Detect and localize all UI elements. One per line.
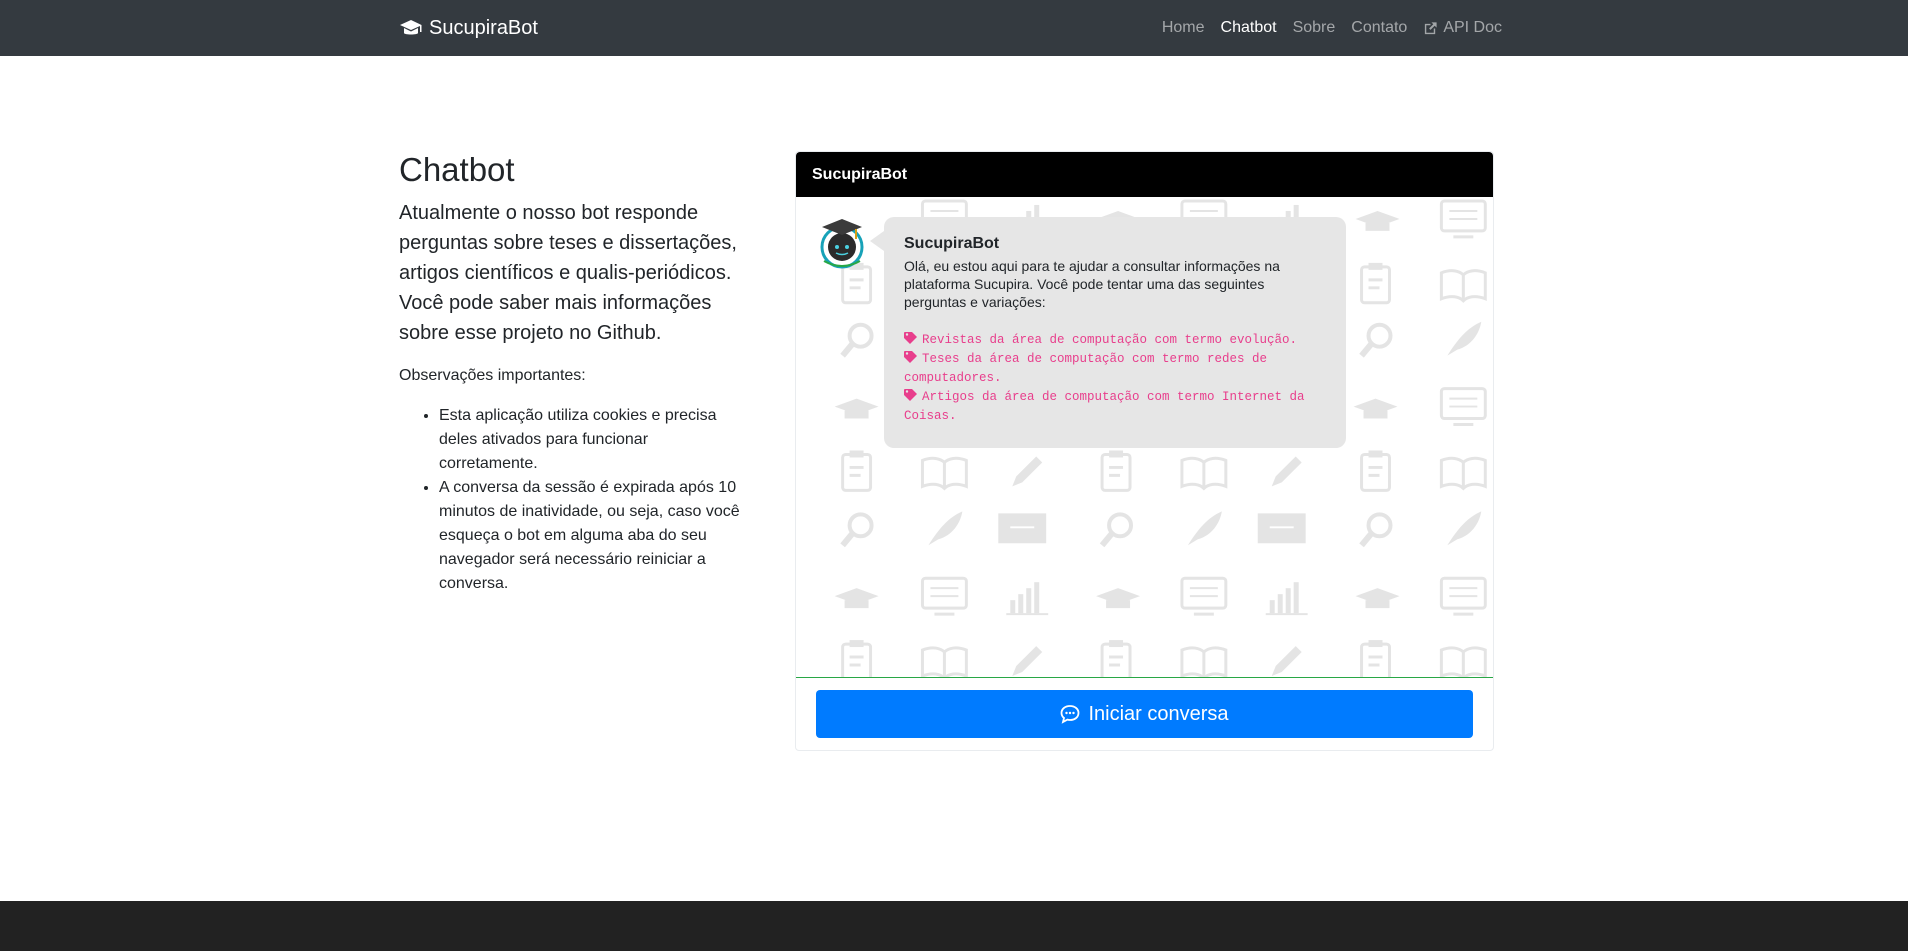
notes-list: Esta aplicação utiliza cookies e precisa… (399, 404, 744, 596)
start-conversation-label: Iniciar conversa (1088, 702, 1229, 725)
page-title: Chatbot (399, 151, 515, 188)
nav-item-label: API Doc (1443, 19, 1502, 36)
message-text: Olá, eu estou aqui para te ajudar a cons… (904, 258, 1280, 310)
chat-messages[interactable]: SucupiraBot Olá, eu estou aqui para te a… (796, 197, 1493, 678)
navbar: SucupiraBot Home Chatbot Sobre Contato A… (0, 0, 1908, 56)
lead-text: Atualmente o nosso bot responde pergunta… (399, 201, 737, 344)
suggestion-item[interactable]: Artigos da área de computação com termo … (904, 388, 1326, 426)
notes-title: Observações importantes: (399, 366, 586, 384)
note-item: A conversa da sessão é expirada após 10 … (439, 476, 744, 596)
tag-icon (904, 351, 917, 363)
nav-item-label: Chatbot (1220, 19, 1277, 36)
intro-section: Chatbot Atualmente o nosso bot responde … (399, 150, 744, 596)
nav-item-sobre[interactable]: Sobre (1293, 19, 1336, 37)
bot-avatar-icon (820, 219, 864, 269)
nav-item-chatbot[interactable]: Chatbot (1221, 19, 1277, 37)
bot-message: SucupiraBot Olá, eu estou aqui para te a… (870, 217, 1346, 448)
suggestion-text: Revistas da área de computação com termo… (922, 333, 1298, 347)
message-sender: SucupiraBot (904, 235, 1000, 252)
nav-item-label: Contato (1351, 19, 1408, 36)
tag-icon (904, 332, 917, 344)
tag-icon (904, 389, 917, 401)
start-conversation-button[interactable]: Iniciar conversa (816, 690, 1473, 738)
nav-item-label: Home (1161, 19, 1205, 36)
comment-icon (1061, 705, 1080, 724)
chat-card: SucupiraBot SucupiraBot Olá, eu estou aq… (795, 151, 1494, 751)
nav-item-api-doc[interactable]: API Doc (1423, 19, 1502, 37)
nav-menu: Home Chatbot Sobre Contato API Doc (1162, 0, 1502, 56)
note-item: Esta aplicação utiliza cookies e precisa… (439, 404, 744, 476)
suggestion-text: Teses da área de computação com termo re… (904, 352, 1268, 385)
graduation-cap-icon (400, 20, 422, 35)
chat-footer: Iniciar conversa (796, 678, 1493, 750)
brand-link[interactable]: SucupiraBot (399, 0, 538, 56)
nav-item-home[interactable]: Home (1162, 19, 1205, 37)
chat-header: SucupiraBot (796, 152, 1493, 197)
nav-item-contato[interactable]: Contato (1351, 19, 1407, 37)
brand-label: SucupiraBot (429, 16, 538, 39)
suggestion-item[interactable]: Revistas da área de computação com termo… (904, 331, 1326, 350)
external-link-icon (1425, 21, 1437, 34)
suggestion-item[interactable]: Teses da área de computação com termo re… (904, 350, 1326, 388)
page-footer (0, 901, 1908, 951)
nav-item-label: Sobre (1292, 19, 1336, 36)
suggestion-text: Artigos da área de computação com termo … (904, 390, 1305, 423)
